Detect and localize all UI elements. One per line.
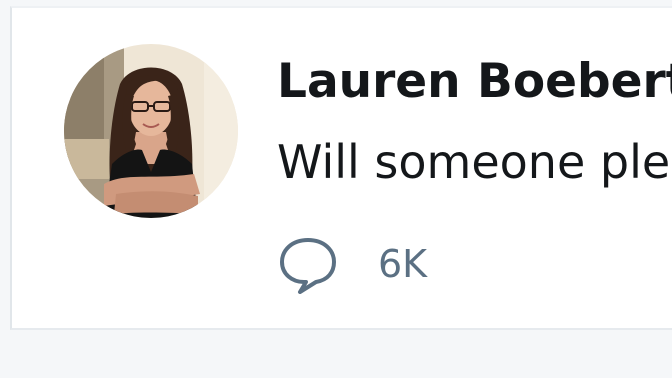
profile-photo-icon (64, 44, 238, 218)
avatar[interactable] (64, 44, 238, 218)
tweet-text: Will someone ple (277, 135, 671, 189)
reply-count: 6K (378, 242, 428, 286)
reply-button[interactable]: 6K (276, 232, 427, 296)
page: Lauren Boebert Will someone ple 6K (0, 0, 672, 378)
author-name[interactable]: Lauren Boebert (277, 52, 672, 112)
comment-bubble-icon[interactable] (276, 232, 340, 296)
